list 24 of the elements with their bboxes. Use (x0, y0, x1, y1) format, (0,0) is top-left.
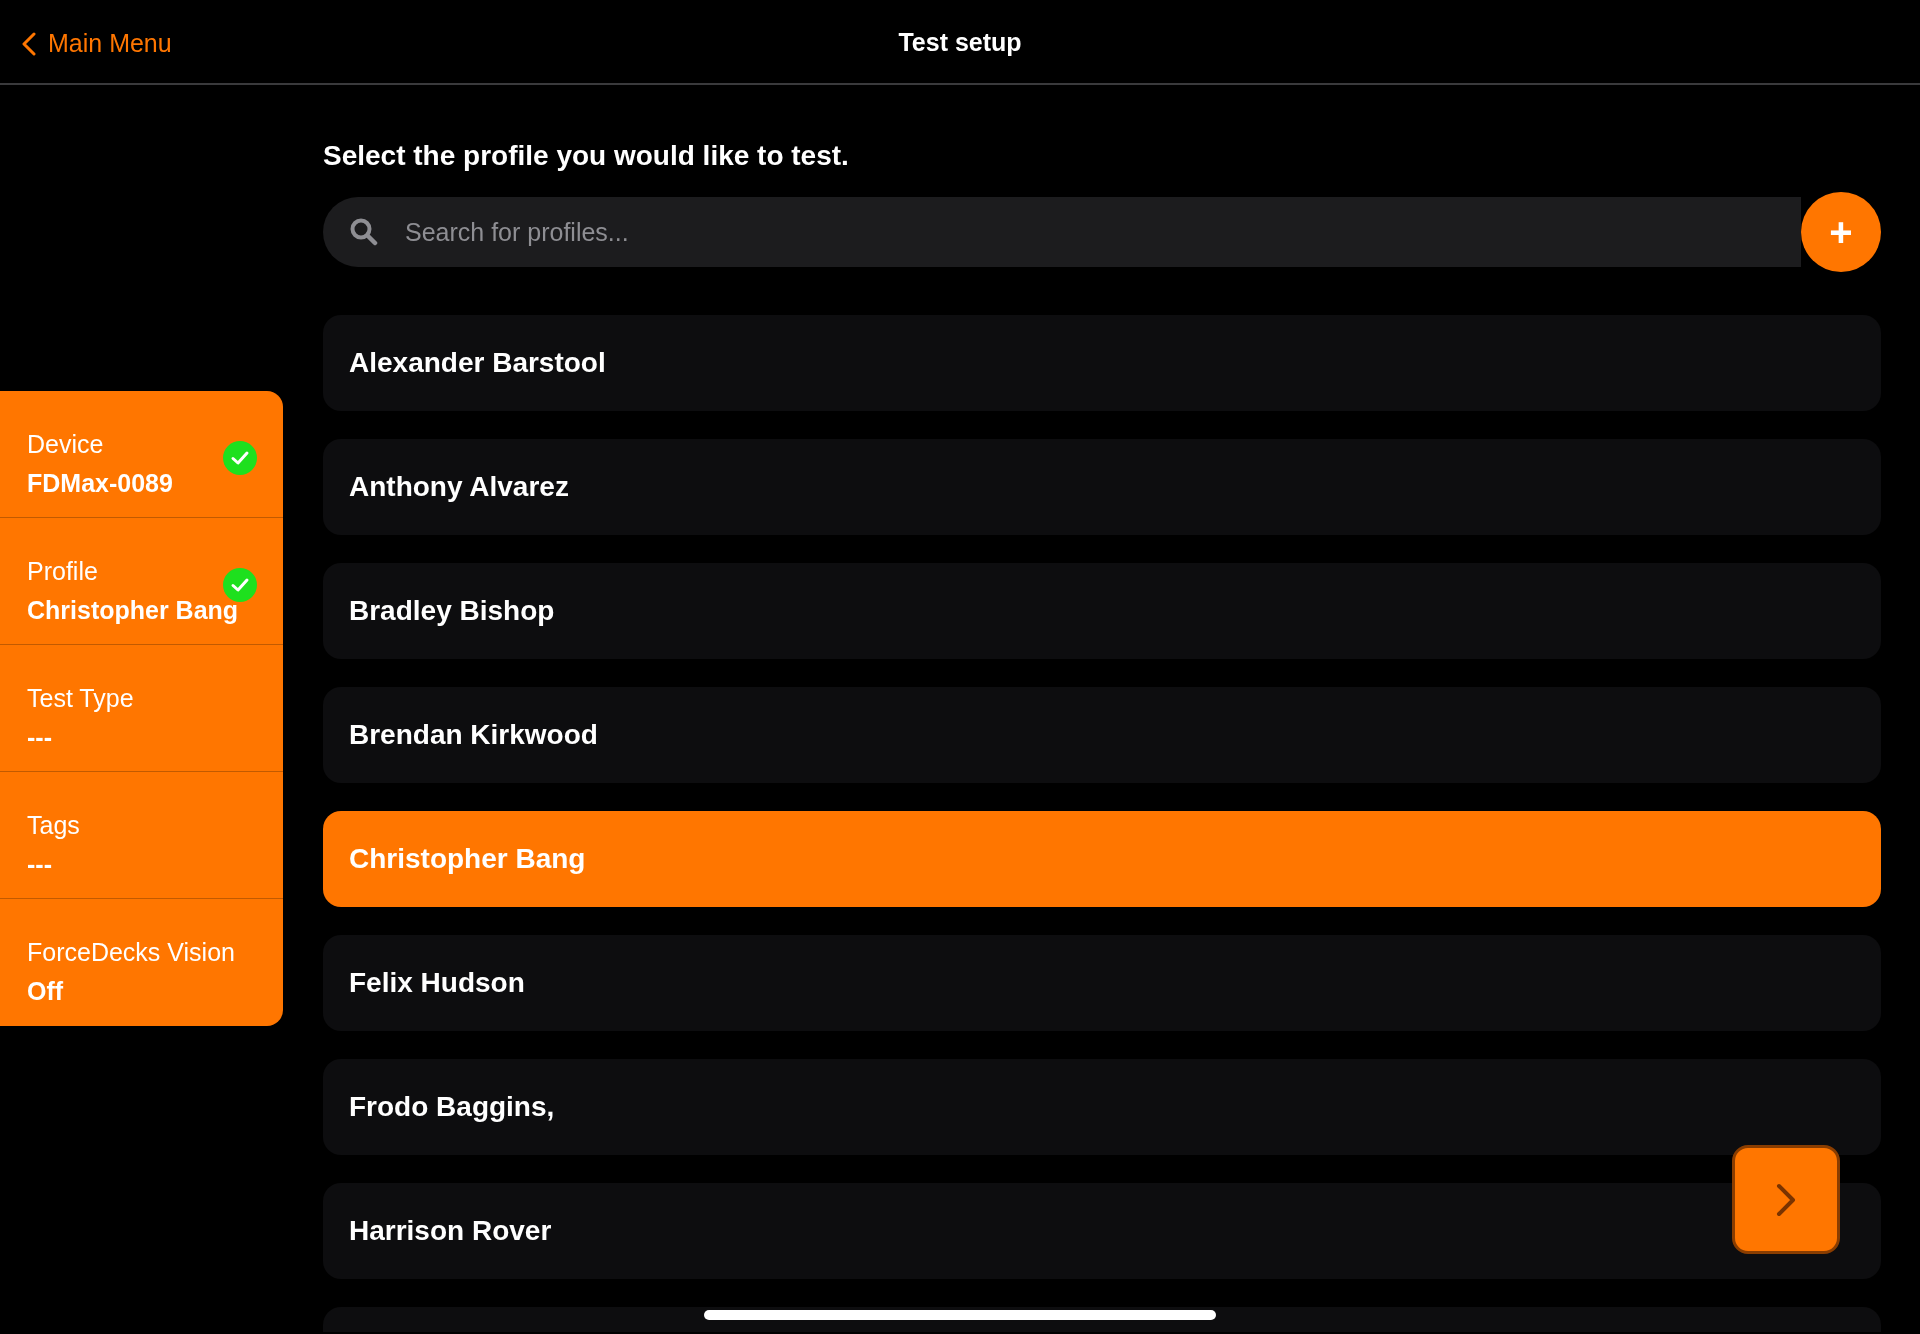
summary-value: --- (27, 848, 53, 880)
summary-value: --- (27, 721, 53, 753)
summary-value: Christopher Bang (27, 594, 240, 626)
chevron-left-icon (22, 31, 36, 56)
summary-value: Off (27, 975, 65, 1007)
summary-label: Tags (27, 810, 81, 841)
chevron-right-icon (1776, 1182, 1796, 1217)
summary-label: Test Type (27, 683, 135, 714)
next-button[interactable] (1732, 1145, 1840, 1254)
profile-row[interactable]: Brendan Kirkwood (323, 687, 1881, 783)
instruction-text: Select the profile you would like to test. (323, 139, 850, 173)
summary-label: ForceDecks Vision (27, 937, 236, 968)
summary-value: FDMax-0089 (27, 467, 174, 499)
profile-row[interactable]: Alexander Barstool (323, 315, 1881, 411)
profile-row[interactable]: Felix Hudson (323, 935, 1881, 1031)
profile-row[interactable]: Harrison Rover (323, 1183, 1881, 1279)
summary-label: Profile (27, 556, 99, 587)
profile-row[interactable]: Bradley Bishop (323, 563, 1881, 659)
screen-title: Test setup (898, 28, 1022, 56)
search-field[interactable]: Search for profiles... (323, 197, 1801, 267)
profile-row[interactable]: Frodo Baggins, (323, 1059, 1881, 1155)
back-button[interactable]: Main Menu (22, 25, 172, 63)
profile-row[interactable]: Anthony Alvarez (323, 439, 1881, 535)
summary-label: Device (27, 429, 105, 460)
